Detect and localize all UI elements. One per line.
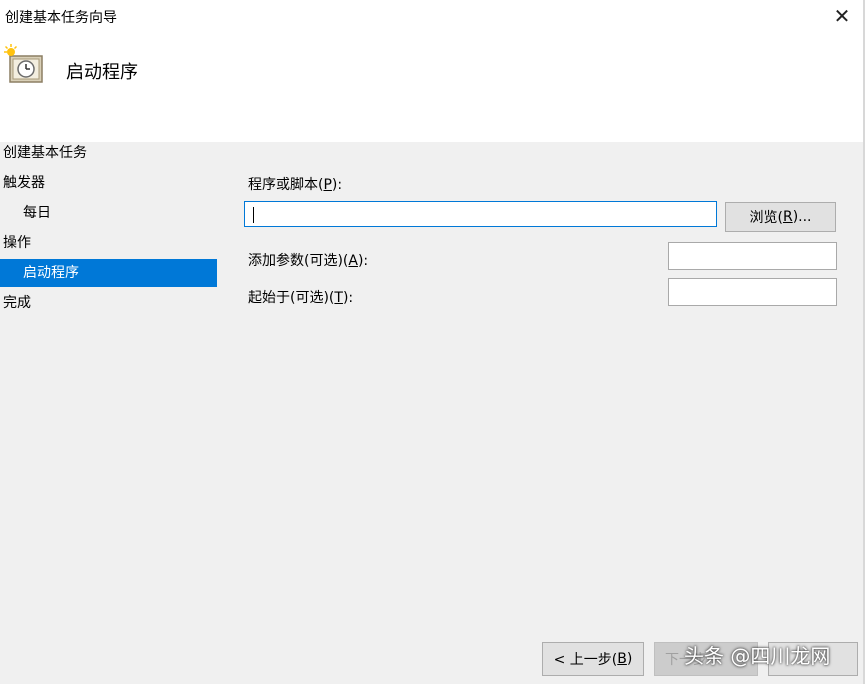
back-label-key: B [617, 651, 627, 667]
start-label-key: T [334, 290, 343, 306]
text-caret [253, 207, 254, 223]
page-title: 启动程序 [66, 62, 138, 83]
program-input[interactable] [244, 201, 717, 227]
browse-label-prefix: 浏览( [749, 210, 783, 226]
step-action[interactable]: 操作 [0, 229, 217, 257]
step-finish[interactable]: 完成 [0, 289, 217, 317]
args-label-prefix: 添加参数(可选)( [248, 253, 349, 269]
task-clock-icon [4, 44, 43, 83]
browse-button[interactable]: 浏览(R)... [725, 202, 836, 232]
back-button[interactable]: < 上一步(B) [542, 642, 644, 676]
window-title: 创建基本任务向导 [5, 10, 117, 26]
back-label-prefix: < 上一步( [553, 652, 618, 668]
close-button[interactable]: ✕ [819, 0, 865, 32]
close-icon: ✕ [833, 4, 851, 28]
step-daily[interactable]: 每日 [0, 199, 217, 227]
start-label-prefix: 起始于(可选)( [248, 290, 335, 306]
args-label-suffix: ): [357, 253, 369, 269]
args-label-key: A [348, 253, 358, 269]
browse-label-key: R [782, 209, 793, 225]
program-label: 程序或脚本(P): [248, 174, 342, 194]
wizard-header: 启动程序 [0, 34, 865, 142]
watermark-text: 头条 @四川龙网 [684, 644, 831, 668]
step-create-basic-task[interactable]: 创建基本任务 [0, 139, 217, 167]
program-label-prefix: 程序或脚本( [248, 177, 324, 193]
step-trigger[interactable]: 触发器 [0, 169, 217, 197]
title-bar: 创建基本任务向导 ✕ [0, 0, 865, 34]
step-start-program[interactable]: 启动程序 [0, 259, 217, 287]
program-label-key: P [323, 177, 332, 193]
start-label-suffix: ): [342, 290, 354, 306]
program-label-suffix: ): [331, 177, 343, 193]
start-in-label: 起始于(可选)(T): [248, 287, 353, 307]
browse-label-suffix: )... [792, 209, 812, 225]
arguments-input[interactable] [668, 242, 837, 270]
back-label-suffix: ) [626, 651, 633, 667]
arguments-label: 添加参数(可选)(A): [248, 250, 368, 270]
start-in-input[interactable] [668, 278, 837, 306]
